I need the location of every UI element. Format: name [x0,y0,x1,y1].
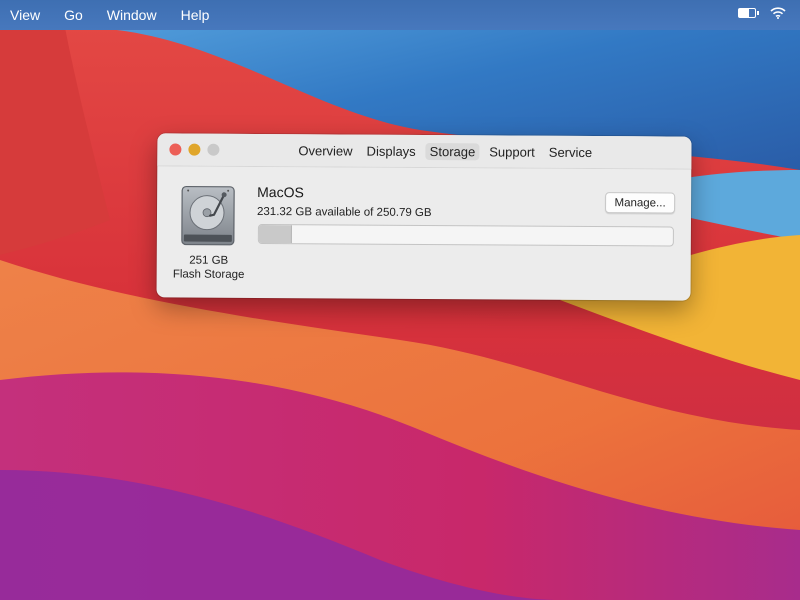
window-titlebar[interactable]: Overview Displays Storage Support Servic… [157,133,692,170]
traffic-lights [169,143,220,156]
tab-overview[interactable]: Overview [294,142,356,159]
manage-button[interactable]: Manage... [605,192,676,214]
hard-drive-icon [181,185,235,246]
volume-name: MacOS [257,183,304,201]
volume-availability: 231.32 GB available of 250.79 GB [256,205,432,220]
status-area [738,7,786,19]
minimize-button[interactable] [188,143,201,156]
zoom-button[interactable] [207,143,220,156]
battery-icon[interactable] [738,8,759,18]
close-button[interactable] [169,143,182,156]
drive-type: Flash Storage [172,268,245,281]
wifi-icon[interactable] [770,7,786,19]
storage-usage-fill [258,224,293,244]
tab-support[interactable]: Support [485,143,539,160]
storage-panel: 251 GB Flash Storage MacOS 231.32 GB ava… [157,166,692,299]
storage-usage-bar [257,223,674,247]
tab-displays[interactable]: Displays [363,143,420,160]
menu-view[interactable]: View [10,7,40,23]
tab-storage[interactable]: Storage [425,143,480,161]
menu-window[interactable]: Window [107,7,157,23]
menu-go[interactable]: Go [64,7,83,23]
about-this-mac-window: Overview Displays Storage Support Servic… [156,133,692,301]
menu-help[interactable]: Help [181,7,210,23]
tab-service[interactable]: Service [545,144,596,161]
menu-bar: View Go Window Help [0,0,800,30]
tab-bar: Overview Displays Storage Support Servic… [294,142,596,161]
drive-capacity: 251 GB [189,254,229,267]
